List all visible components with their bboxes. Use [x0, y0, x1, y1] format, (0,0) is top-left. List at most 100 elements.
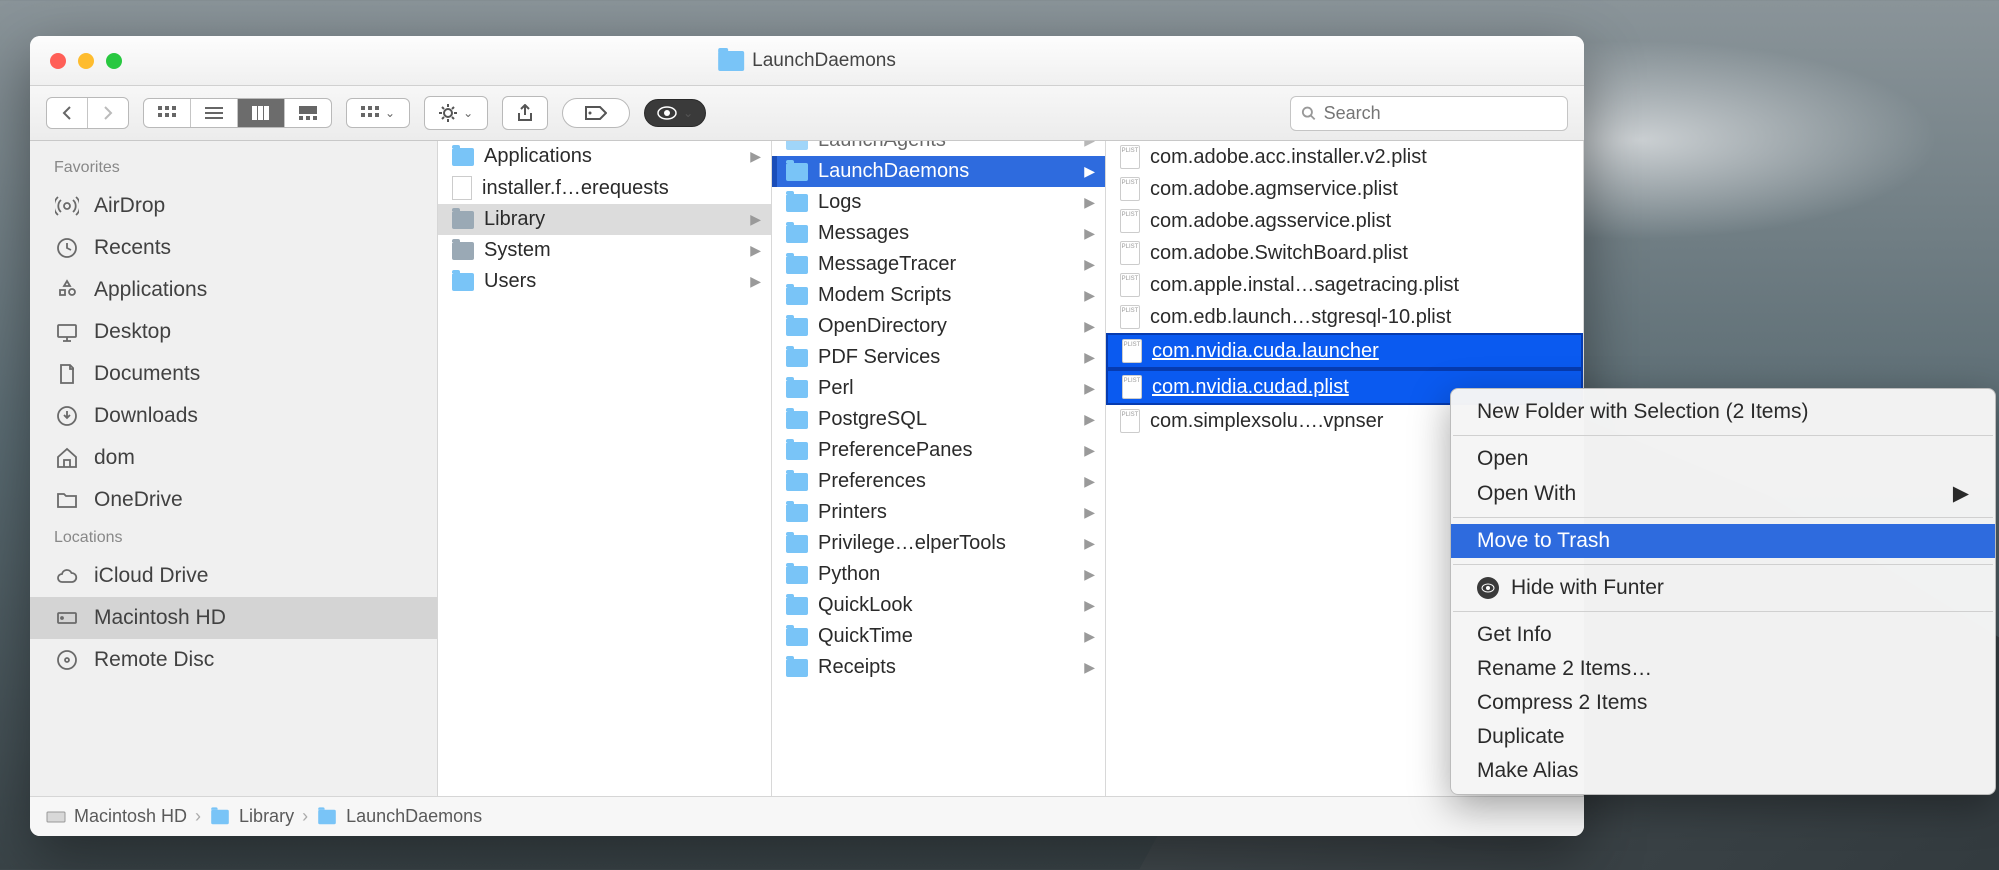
folder-icon	[718, 51, 744, 71]
file-row[interactable]: Modem Scripts▶	[772, 280, 1105, 311]
chevron-right-icon: ▶	[750, 148, 761, 165]
file-row[interactable]: Messages▶	[772, 218, 1105, 249]
file-name: com.adobe.agmservice.plist	[1150, 178, 1573, 201]
column-view-button[interactable]	[238, 99, 285, 127]
file-row[interactable]: com.adobe.agmservice.plist	[1106, 173, 1583, 205]
file-name: Library	[484, 208, 740, 231]
menu-item-make-alias[interactable]: Make Alias	[1451, 754, 1995, 788]
gallery-view-button[interactable]	[285, 99, 331, 127]
file-row[interactable]: LaunchAgents ▶	[772, 141, 1105, 156]
menu-item-compress-2-items[interactable]: Compress 2 Items	[1451, 686, 1995, 720]
path-segment[interactable]: Macintosh HD	[74, 806, 187, 827]
file-row[interactable]: Receipts▶	[772, 652, 1105, 683]
file-row[interactable]: com.adobe.SwitchBoard.plist	[1106, 237, 1583, 269]
menu-item-rename-2-items-[interactable]: Rename 2 Items…	[1451, 652, 1995, 686]
file-row[interactable]: Preferences▶	[772, 466, 1105, 497]
sidebar-item-macintosh-hd[interactable]: Macintosh HD	[30, 597, 437, 639]
menu-item-label: Hide with Funter	[1511, 576, 1664, 600]
path-segment[interactable]: Library	[239, 806, 294, 827]
list-view-button[interactable]	[191, 99, 238, 127]
sidebar-item-airdrop[interactable]: AirDrop	[30, 185, 437, 227]
sidebar-item-applications[interactable]: Applications	[30, 269, 437, 311]
titlebar[interactable]: LaunchDaemons	[30, 36, 1584, 86]
sidebar-item-recents[interactable]: Recents	[30, 227, 437, 269]
sidebar-item-label: Macintosh HD	[94, 606, 226, 630]
file-row[interactable]: LaunchDaemons▶	[772, 156, 1105, 187]
file-row[interactable]: Logs▶	[772, 187, 1105, 218]
path-segment[interactable]: LaunchDaemons	[346, 806, 482, 827]
sidebar-item-downloads[interactable]: Downloads	[30, 395, 437, 437]
downloads-icon	[54, 403, 80, 429]
funter-button[interactable]: ⌄	[644, 99, 706, 127]
menu-item-label: Open With	[1477, 482, 1576, 506]
folder-icon	[786, 442, 808, 460]
file-row[interactable]: Printers▶	[772, 497, 1105, 528]
sidebar-item-onedrive[interactable]: OneDrive	[30, 479, 437, 521]
chevron-right-icon: ▶	[1084, 504, 1095, 521]
file-row[interactable]: com.adobe.acc.installer.v2.plist	[1106, 141, 1583, 173]
sidebar-item-label: AirDrop	[94, 194, 165, 218]
share-button[interactable]	[502, 96, 548, 130]
file-name: LaunchAgents	[818, 141, 1074, 152]
file-row[interactable]: Users▶	[438, 266, 771, 297]
folder-icon	[786, 194, 808, 212]
menu-item-open-with[interactable]: Open With ▶	[1451, 476, 1995, 511]
menu-item-duplicate[interactable]: Duplicate	[1451, 720, 1995, 754]
zoom-button[interactable]	[106, 53, 122, 69]
file-row[interactable]: Python▶	[772, 559, 1105, 590]
chevron-right-icon: ▶	[1084, 411, 1095, 428]
file-row[interactable]: com.edb.launch…stgresql-10.plist	[1106, 301, 1583, 333]
sidebar: FavoritesAirDropRecentsApplicationsDeskt…	[30, 141, 438, 796]
search-input[interactable]	[1324, 103, 1557, 124]
menu-item-open[interactable]: Open	[1451, 442, 1995, 476]
sidebar-item-icloud-drive[interactable]: iCloud Drive	[30, 555, 437, 597]
sidebar-item-remote-disc[interactable]: Remote Disc	[30, 639, 437, 681]
file-row[interactable]: Applications▶	[438, 141, 771, 172]
icon-view-button[interactable]	[144, 99, 191, 127]
file-row[interactable]: Perl▶	[772, 373, 1105, 404]
sidebar-item-documents[interactable]: Documents	[30, 353, 437, 395]
minimize-button[interactable]	[78, 53, 94, 69]
file-row[interactable]: com.nvidia.cuda.launcher	[1106, 333, 1583, 369]
file-name: com.adobe.SwitchBoard.plist	[1150, 242, 1573, 265]
menu-item-hide-with-funter[interactable]: Hide with Funter	[1451, 571, 1995, 605]
file-row[interactable]: PreferencePanes▶	[772, 435, 1105, 466]
file-row[interactable]: com.apple.instal…sagetracing.plist	[1106, 269, 1583, 301]
toolbar: ⌄ ⌄ ⌄	[30, 86, 1584, 141]
folder-icon	[318, 809, 336, 823]
sidebar-item-desktop[interactable]: Desktop	[30, 311, 437, 353]
back-button[interactable]	[47, 98, 88, 128]
file-row[interactable]: QuickLook▶	[772, 590, 1105, 621]
file-row[interactable]: System▶	[438, 235, 771, 266]
tags-button[interactable]	[562, 98, 630, 128]
menu-item-new-folder-with-selection-2-items-[interactable]: New Folder with Selection (2 Items)	[1451, 395, 1995, 429]
action-button[interactable]: ⌄	[424, 96, 488, 130]
file-row[interactable]: Library▶	[438, 204, 771, 235]
file-row[interactable]: QuickTime▶	[772, 621, 1105, 652]
file-name: com.apple.instal…sagetracing.plist	[1150, 274, 1573, 297]
submenu-arrow-icon: ▶	[1953, 481, 1969, 506]
folder-icon	[211, 809, 229, 823]
file-row[interactable]: MessageTracer▶	[772, 249, 1105, 280]
menu-item-get-info[interactable]: Get Info	[1451, 618, 1995, 652]
sidebar-item-label: Recents	[94, 236, 171, 260]
chevron-right-icon: ▶	[1084, 659, 1095, 676]
chevron-right-icon: ▶	[750, 273, 761, 290]
group-by-button[interactable]: ⌄	[346, 98, 410, 128]
file-row[interactable]: installer.f…erequests	[438, 172, 771, 204]
sidebar-item-dom[interactable]: dom	[30, 437, 437, 479]
menu-item-move-to-trash[interactable]: Move to Trash	[1451, 524, 1995, 558]
close-button[interactable]	[50, 53, 66, 69]
file-row[interactable]: com.adobe.agsservice.plist	[1106, 205, 1583, 237]
search-field[interactable]	[1290, 96, 1568, 131]
file-name: QuickLook	[818, 594, 1074, 617]
forward-button[interactable]	[88, 98, 128, 128]
file-row[interactable]: Privilege…elperTools▶	[772, 528, 1105, 559]
file-row[interactable]: OpenDirectory▶	[772, 311, 1105, 342]
chevron-right-icon: ▶	[1084, 256, 1095, 273]
chevron-right-icon: ▶	[1084, 225, 1095, 242]
file-row[interactable]: PostgreSQL▶	[772, 404, 1105, 435]
file-row[interactable]: PDF Services▶	[772, 342, 1105, 373]
chevron-right-icon: ▶	[1084, 141, 1095, 149]
file-name: Python	[818, 563, 1074, 586]
